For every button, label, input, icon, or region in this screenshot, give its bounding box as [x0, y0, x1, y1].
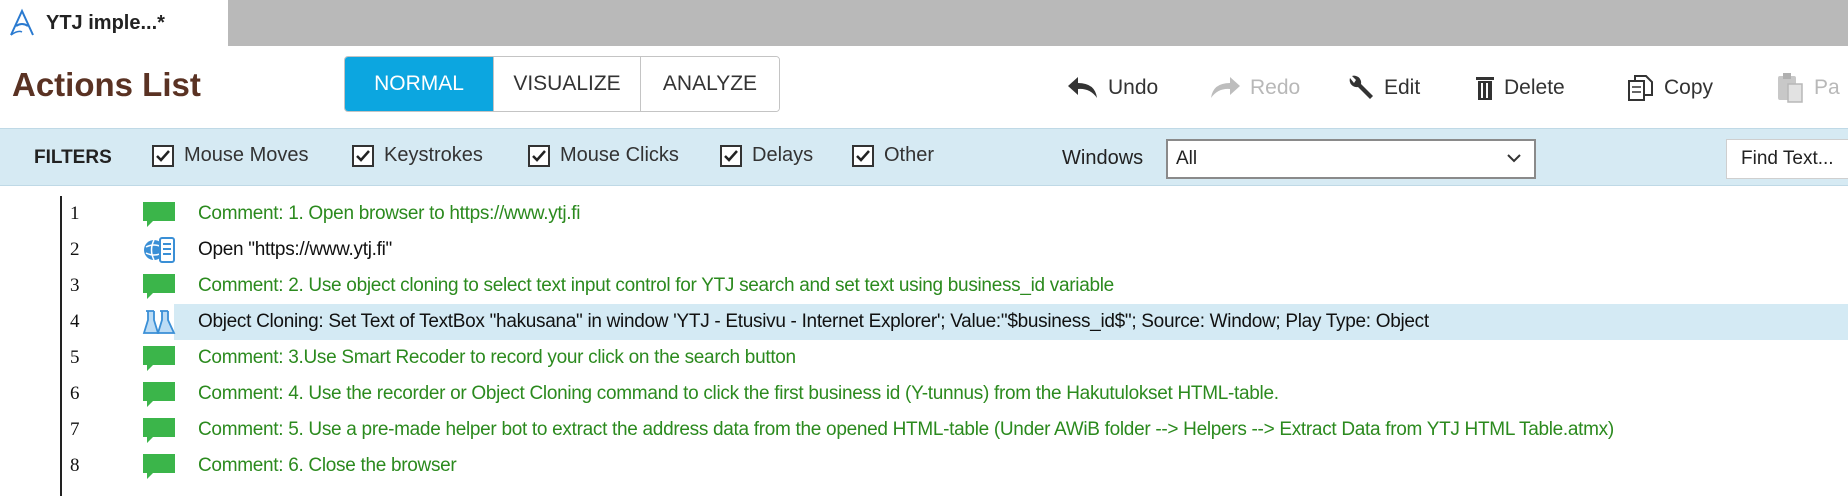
actions-list-header: Actions List NORMAL VISUALIZE ANALYZE Un…: [0, 46, 1848, 128]
action-row-selected[interactable]: 4 Object Cloning: Set Text of TextBox "h…: [0, 304, 1848, 340]
page-title: Actions List: [12, 66, 201, 103]
action-row[interactable]: 1 Comment: 1. Open browser to https://ww…: [0, 196, 1848, 232]
document-tab[interactable]: YTJ imple...*: [0, 0, 228, 46]
line-number: 8: [70, 455, 80, 476]
checkmark-icon: [724, 149, 738, 162]
action-text: Comment: 2. Use object cloning to select…: [198, 275, 1114, 296]
delete-label: Delete: [1504, 76, 1565, 99]
copy-icon: [1628, 75, 1653, 101]
comment-icon: [143, 346, 175, 371]
delays-checkbox[interactable]: [720, 144, 742, 167]
keystrokes-checkbox[interactable]: [352, 144, 374, 167]
filter-label: Keystrokes: [384, 144, 483, 166]
action-text: Comment: 3.Use Smart Recoder to record y…: [198, 347, 796, 368]
action-text: Open "https://www.ytj.fi": [198, 239, 392, 260]
checkmark-icon: [356, 149, 370, 162]
document-tab-title: YTJ imple...*: [46, 11, 165, 34]
actions-list: 1 Comment: 1. Open browser to https://ww…: [0, 196, 1848, 496]
windows-dropdown-value: All: [1176, 148, 1198, 169]
comment-icon: [143, 202, 175, 227]
action-text: Comment: 6. Close the browser: [198, 455, 457, 476]
action-row[interactable]: 5 Comment: 3.Use Smart Recoder to record…: [0, 340, 1848, 376]
line-number: 2: [70, 239, 80, 260]
trash-icon: [1476, 77, 1494, 100]
paste-button[interactable]: Pa: [1776, 70, 1840, 106]
undo-label: Undo: [1108, 76, 1159, 99]
action-row[interactable]: 7 Comment: 5. Use a pre-made helper bot …: [0, 412, 1848, 448]
action-text: Comment: 1. Open browser to https://www.…: [198, 203, 581, 224]
mode-normal-button[interactable]: NORMAL: [345, 57, 493, 111]
undo-button[interactable]: Undo: [1066, 70, 1158, 106]
filter-label: Mouse Clicks: [560, 144, 679, 166]
checkmark-icon: [856, 149, 870, 162]
windows-label: Windows: [1062, 147, 1144, 169]
redo-button[interactable]: Redo: [1208, 70, 1300, 106]
windows-dropdown[interactable]: All: [1166, 139, 1536, 179]
find-text-button[interactable]: Find Text...: [1726, 139, 1848, 179]
view-mode-switch: NORMAL VISUALIZE ANALYZE: [344, 56, 780, 112]
filters-bar: FILTERS Mouse Moves Keystrokes Mouse Cli…: [0, 128, 1848, 186]
filter-other[interactable]: Other: [852, 144, 934, 167]
undo-icon: [1068, 77, 1097, 98]
chevron-down-icon: [1507, 154, 1521, 163]
mouse-clicks-checkbox[interactable]: [528, 144, 550, 167]
comment-icon: [143, 382, 175, 407]
filter-mouse-clicks[interactable]: Mouse Clicks: [528, 144, 679, 167]
app-logo-icon: [10, 8, 34, 36]
wrench-icon: [1349, 75, 1373, 99]
filters-label: FILTERS: [34, 147, 112, 168]
action-text: Object Cloning: Set Text of TextBox "hak…: [198, 311, 1429, 332]
action-text: Comment: 5. Use a pre-made helper bot to…: [198, 419, 1614, 440]
comment-icon: [143, 274, 175, 299]
redo-label: Redo: [1250, 76, 1301, 99]
action-row[interactable]: 6 Comment: 4. Use the recorder or Object…: [0, 376, 1848, 412]
line-number: 5: [70, 347, 80, 368]
action-row[interactable]: 3 Comment: 2. Use object cloning to sele…: [0, 268, 1848, 304]
mode-visualize-button[interactable]: VISUALIZE: [493, 57, 640, 111]
mode-analyze-button[interactable]: ANALYZE: [640, 57, 779, 111]
filter-label: Mouse Moves: [184, 144, 309, 166]
line-number: 6: [70, 383, 80, 404]
object-cloning-icon: [142, 310, 176, 334]
browser-open-icon: [144, 237, 175, 263]
line-number: 4: [70, 311, 80, 332]
filter-keystrokes[interactable]: Keystrokes: [352, 144, 483, 167]
line-number: 3: [70, 275, 80, 296]
mouse-moves-checkbox[interactable]: [152, 144, 174, 167]
line-number: 1: [70, 203, 80, 224]
filter-mouse-moves[interactable]: Mouse Moves: [152, 144, 309, 167]
other-checkbox[interactable]: [852, 144, 874, 167]
action-text: Comment: 4. Use the recorder or Object C…: [198, 383, 1279, 404]
paste-icon: [1778, 73, 1803, 103]
filter-delays[interactable]: Delays: [720, 144, 813, 167]
paste-label: Pa: [1814, 76, 1840, 99]
delete-button[interactable]: Delete: [1474, 70, 1565, 106]
comment-icon: [143, 454, 175, 479]
line-number: 7: [70, 419, 80, 440]
filter-label: Other: [884, 144, 935, 166]
copy-label: Copy: [1664, 76, 1714, 99]
checkmark-icon: [532, 149, 546, 162]
action-row[interactable]: 2 Open "https://www.ytj.fi": [0, 232, 1848, 268]
document-tab-strip: YTJ imple...*: [0, 0, 1848, 46]
comment-icon: [143, 418, 175, 443]
edit-button[interactable]: Edit: [1346, 70, 1420, 106]
action-row[interactable]: 8 Comment: 6. Close the browser: [0, 448, 1848, 484]
checkmark-icon: [156, 149, 170, 162]
copy-button[interactable]: Copy: [1626, 70, 1713, 106]
filter-label: Delays: [752, 144, 814, 166]
redo-icon: [1211, 77, 1240, 98]
edit-label: Edit: [1384, 76, 1421, 99]
